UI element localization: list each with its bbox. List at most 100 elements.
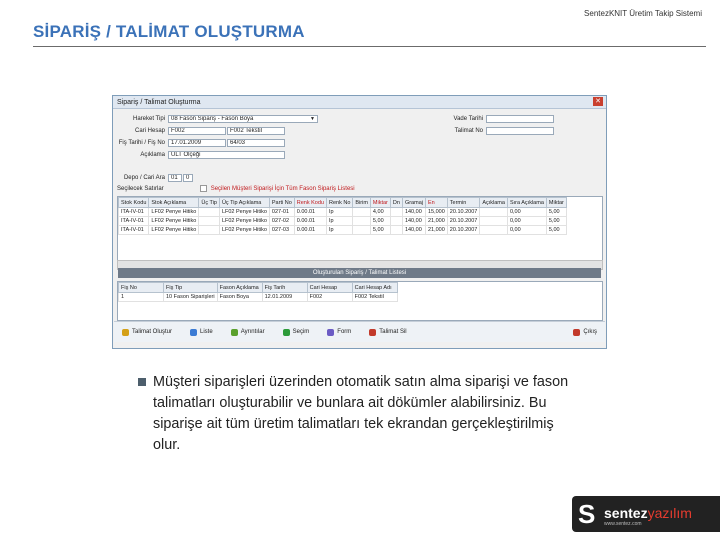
- grid-header-cell[interactable]: Üç Tip: [198, 197, 220, 208]
- table-cell: Ip: [325, 225, 354, 235]
- depo-field-2[interactable]: 0: [183, 173, 193, 182]
- hareket-tipi-select[interactable]: 08 Fason Sipariş - Fason Boya: [168, 114, 318, 123]
- table-cell: LF02 Penye Hitiko: [218, 207, 270, 217]
- grid-header-cell[interactable]: Gramaj: [401, 197, 426, 208]
- table-cell: 0,00: [506, 207, 547, 217]
- grid-header-cell[interactable]: Açıklama: [479, 197, 508, 208]
- table-cell: LF02 Penye Hitiko: [148, 216, 200, 226]
- table-cell: 0.00.01: [293, 216, 327, 226]
- table-row[interactable]: ITA-IV-01 LF02 Penye Hitiko LF02 Penye Hit…: [117, 207, 567, 217]
- talimat-field[interactable]: [486, 127, 554, 135]
- selected-orders-note: Seçilen Müşteri Siparişi İçin Tüm Fason …: [210, 185, 355, 192]
- table-cell: [389, 207, 403, 217]
- sub-grid-header-cell[interactable]: Cari Hesap: [306, 282, 353, 293]
- depo-field[interactable]: 01: [168, 173, 182, 182]
- toolbar-button[interactable]: Talimat Sil: [369, 328, 407, 336]
- grid-header-cell[interactable]: Termin: [446, 197, 481, 208]
- created-order-table: Fiş No Fiş Tip Fason Açıklama Fiş Tarih Cari…: [118, 282, 398, 302]
- created-order-grid[interactable]: Fiş No Fiş Tip Fason Açıklama Fiş Tarih Cari…: [117, 281, 603, 321]
- logo-mark: S: [578, 499, 596, 529]
- grid-header-cell[interactable]: Parti No: [268, 197, 295, 208]
- grid-header-cell[interactable]: Renk No: [325, 197, 354, 208]
- toolbar-button-label: Talimat Sil: [379, 329, 407, 335]
- grid-header-cell[interactable]: Miktar: [369, 197, 391, 208]
- secilecek-label: Seçilecek Satırlar: [117, 185, 164, 192]
- table-cell: 5,00: [369, 216, 391, 226]
- table-cell: [389, 216, 403, 226]
- table-cell: [352, 207, 371, 217]
- grid-header-cell[interactable]: Birim: [352, 197, 371, 208]
- created-list-title: Oluşturulan Sipariş / Talimat Listesi: [118, 268, 601, 278]
- table-row[interactable]: 1 10 Fason Siparişleri Fason Boya 12.01.200…: [118, 292, 398, 302]
- cari-hesap-name-field[interactable]: F002 Tekstil: [227, 126, 285, 135]
- order-grid[interactable]: Stok Kodu Stok Açıklama Üç Tip Üç Tip Açıkl…: [117, 196, 603, 262]
- title-divider: [33, 46, 706, 47]
- logo-brand-suffix: yazılım: [647, 505, 692, 521]
- grid-header-cell[interactable]: Üç Tip Açıklama: [218, 197, 270, 208]
- table-cell: 4,00: [369, 207, 391, 217]
- sub-grid-header-cell[interactable]: Fason Açıklama: [216, 282, 263, 293]
- logo-brand: sentezyazılım: [604, 505, 692, 521]
- toolbar-icon: [122, 328, 129, 336]
- grid-header-cell[interactable]: Stok Açıklama: [148, 197, 200, 208]
- table-cell: 5,00: [545, 216, 567, 226]
- grid-header-cell[interactable]: Miktar: [545, 197, 567, 208]
- toolbar-button[interactable]: Talimat Oluştur: [122, 328, 173, 336]
- table-cell: ITA-IV-01: [117, 207, 150, 217]
- grid-header-cell[interactable]: Dn: [389, 197, 403, 208]
- fis-tarihi-label: Fiş Tarihi / Fiş No: [118, 139, 165, 146]
- logo-brand-main: sentez: [604, 505, 648, 521]
- grid-header-cell[interactable]: Sıra Açıklama: [506, 197, 547, 208]
- aciklama-row: Açıklama ÜLT Ölçeği: [113, 150, 285, 159]
- toolbar-button-label: Talimat Oluştur: [132, 329, 173, 335]
- table-cell: 5,00: [369, 225, 391, 235]
- toolbar-button[interactable]: Çıkış: [573, 328, 597, 336]
- sub-grid-header-cell[interactable]: Fiş Tarih: [261, 282, 308, 293]
- logo-url: www.sentez.com: [604, 521, 642, 527]
- table-cell: [198, 216, 220, 226]
- toolbar-button[interactable]: Form: [327, 328, 352, 336]
- table-cell: ITA-IV-01: [117, 225, 150, 235]
- table-cell: 5,00: [545, 207, 567, 217]
- toolbar-button[interactable]: Ayrıntılar: [230, 328, 265, 336]
- toolbar-button-label: Form: [337, 329, 352, 335]
- table-cell: 20.10.2007: [446, 225, 481, 235]
- table-cell: LF02 Penye Hitiko: [218, 225, 270, 235]
- vade-row: Vade Tarihi: [443, 114, 554, 124]
- table-cell: [198, 207, 220, 217]
- toolbar-button[interactable]: Liste: [190, 328, 213, 336]
- table-row[interactable]: ITA-IV-01 LF02 Penye Hitiko LF02 Penye Hit…: [117, 216, 567, 226]
- sub-grid-header-cell[interactable]: Fiş No: [118, 282, 164, 293]
- app-window: Sipariş / Talimat Oluşturma ✕ Hareket Ti…: [112, 95, 607, 349]
- grid-header-cell[interactable]: En: [424, 197, 448, 208]
- toolbar-icon: [327, 328, 335, 336]
- grid-header-cell[interactable]: Stok Kodu: [117, 197, 150, 208]
- table-cell: [352, 216, 371, 226]
- table-cell: LF02 Penye Hitiko: [218, 216, 270, 226]
- cari-hesap-row: Cari Hesap F002 F002 Tekstil: [113, 126, 285, 135]
- table-cell: F002 Tekstil: [351, 292, 398, 302]
- cari-hesap-code-field[interactable]: F002: [168, 126, 226, 135]
- toolbar-button-label: Ayrıntılar: [240, 329, 265, 335]
- fis-tarihi-row: Fiş Tarihi / Fiş No 17.01.2009 64/03: [113, 138, 285, 147]
- table-cell: 140,00: [401, 207, 426, 217]
- vade-field[interactable]: [486, 115, 554, 123]
- table-cell: [352, 225, 371, 235]
- chevron-down-icon[interactable]: ▼: [310, 116, 315, 122]
- table-cell: 140,00: [401, 216, 426, 226]
- close-icon[interactable]: ✕: [593, 97, 603, 106]
- depo-row: Depo / Cari Ara 01 0: [113, 173, 193, 182]
- toolbar-button-label: Seçim: [292, 329, 310, 335]
- table-row[interactable]: ITA-IV-01 LF02 Penye Hitiko LF02 Penye Hit…: [117, 225, 567, 235]
- fis-no-field[interactable]: 64/03: [227, 138, 285, 147]
- table-cell: 027-01: [268, 207, 295, 217]
- toolbar-button[interactable]: Seçim: [282, 328, 310, 336]
- aciklama-field[interactable]: ÜLT Ölçeği: [168, 150, 285, 159]
- fis-tarihi-field[interactable]: 17.01.2009: [168, 138, 226, 147]
- grid-header-cell[interactable]: Renk Kodu: [293, 197, 327, 208]
- checkbox[interactable]: [199, 185, 207, 192]
- slide-title: SİPARİŞ / TALİMAT OLUŞTURMA: [33, 22, 305, 41]
- sub-grid-header-cell[interactable]: Cari Hesap Adı: [351, 282, 398, 293]
- toolbar-button-label: Liste: [200, 329, 213, 335]
- sub-grid-header-cell[interactable]: Fiş Tip: [163, 282, 218, 293]
